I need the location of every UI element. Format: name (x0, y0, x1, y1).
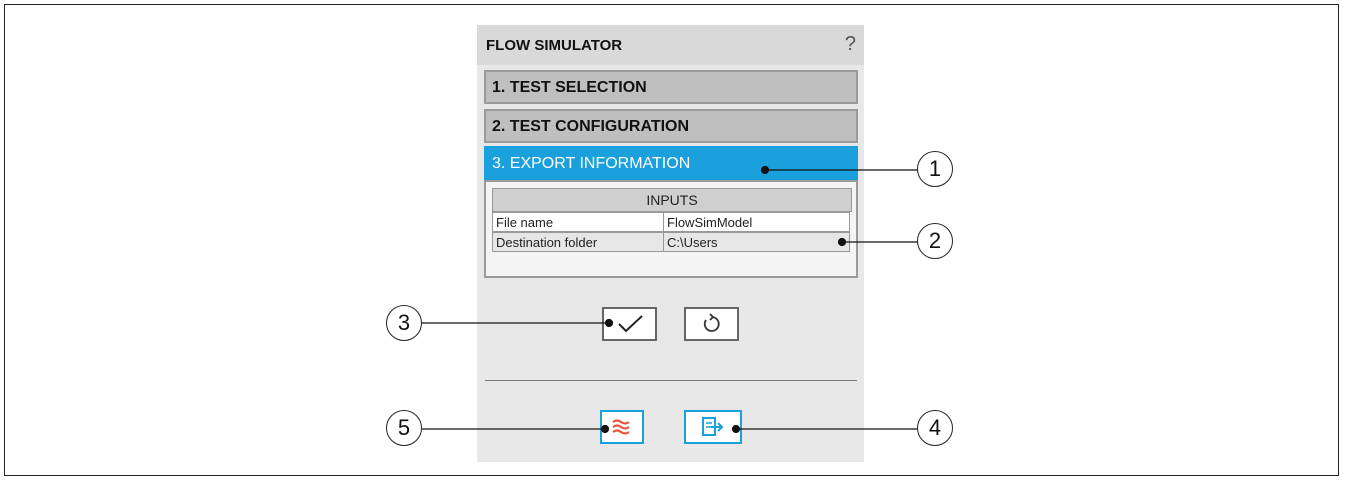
check-icon (617, 315, 643, 333)
step-label: 2. TEST CONFIGURATION (492, 118, 690, 135)
window-title: FLOW SIMULATOR (486, 37, 623, 54)
step-test-selection[interactable]: 1. TEST SELECTION (484, 70, 858, 104)
field-label: Destination folder (496, 235, 598, 250)
inputs-header: INPUTS (492, 188, 852, 212)
step-label: 3. EXPORT INFORMATION (492, 155, 691, 172)
reset-button[interactable] (684, 307, 739, 341)
step-export-information[interactable]: 3. EXPORT INFORMATION (484, 146, 858, 180)
export-icon (702, 417, 724, 436)
flow-simulator-panel: FLOW SIMULATOR ? 1. TEST SELECTION 2. TE… (477, 25, 864, 462)
destination-folder-field[interactable]: C:\Users (667, 235, 718, 250)
callout-4: 4 (917, 410, 953, 446)
divider (485, 380, 857, 381)
help-icon[interactable]: ? (845, 33, 856, 56)
step-label: 1. TEST SELECTION (492, 79, 647, 96)
callout-3: 3 (386, 305, 422, 341)
cell-divider (663, 233, 664, 251)
field-label: File name (496, 215, 554, 230)
file-name-field[interactable]: FlowSimModel (667, 215, 752, 230)
callout-1: 1 (917, 151, 953, 187)
inputs-table: INPUTS File name FlowSimModel Destinatio… (484, 180, 858, 278)
step-test-configuration[interactable]: 2. TEST CONFIGURATION (484, 109, 858, 143)
flow-simulation-button[interactable] (600, 410, 644, 444)
flow-waves-icon (612, 419, 630, 435)
cell-divider (663, 213, 664, 231)
export-button[interactable] (684, 410, 742, 444)
callout-2: 2 (917, 223, 953, 259)
callout-5: 5 (386, 410, 422, 446)
table-row: Destination folder C:\Users (492, 232, 850, 252)
confirm-button[interactable] (602, 307, 657, 341)
table-row: File name FlowSimModel (492, 212, 850, 232)
rotate-icon (703, 313, 720, 332)
title-bar: FLOW SIMULATOR ? (477, 25, 864, 65)
